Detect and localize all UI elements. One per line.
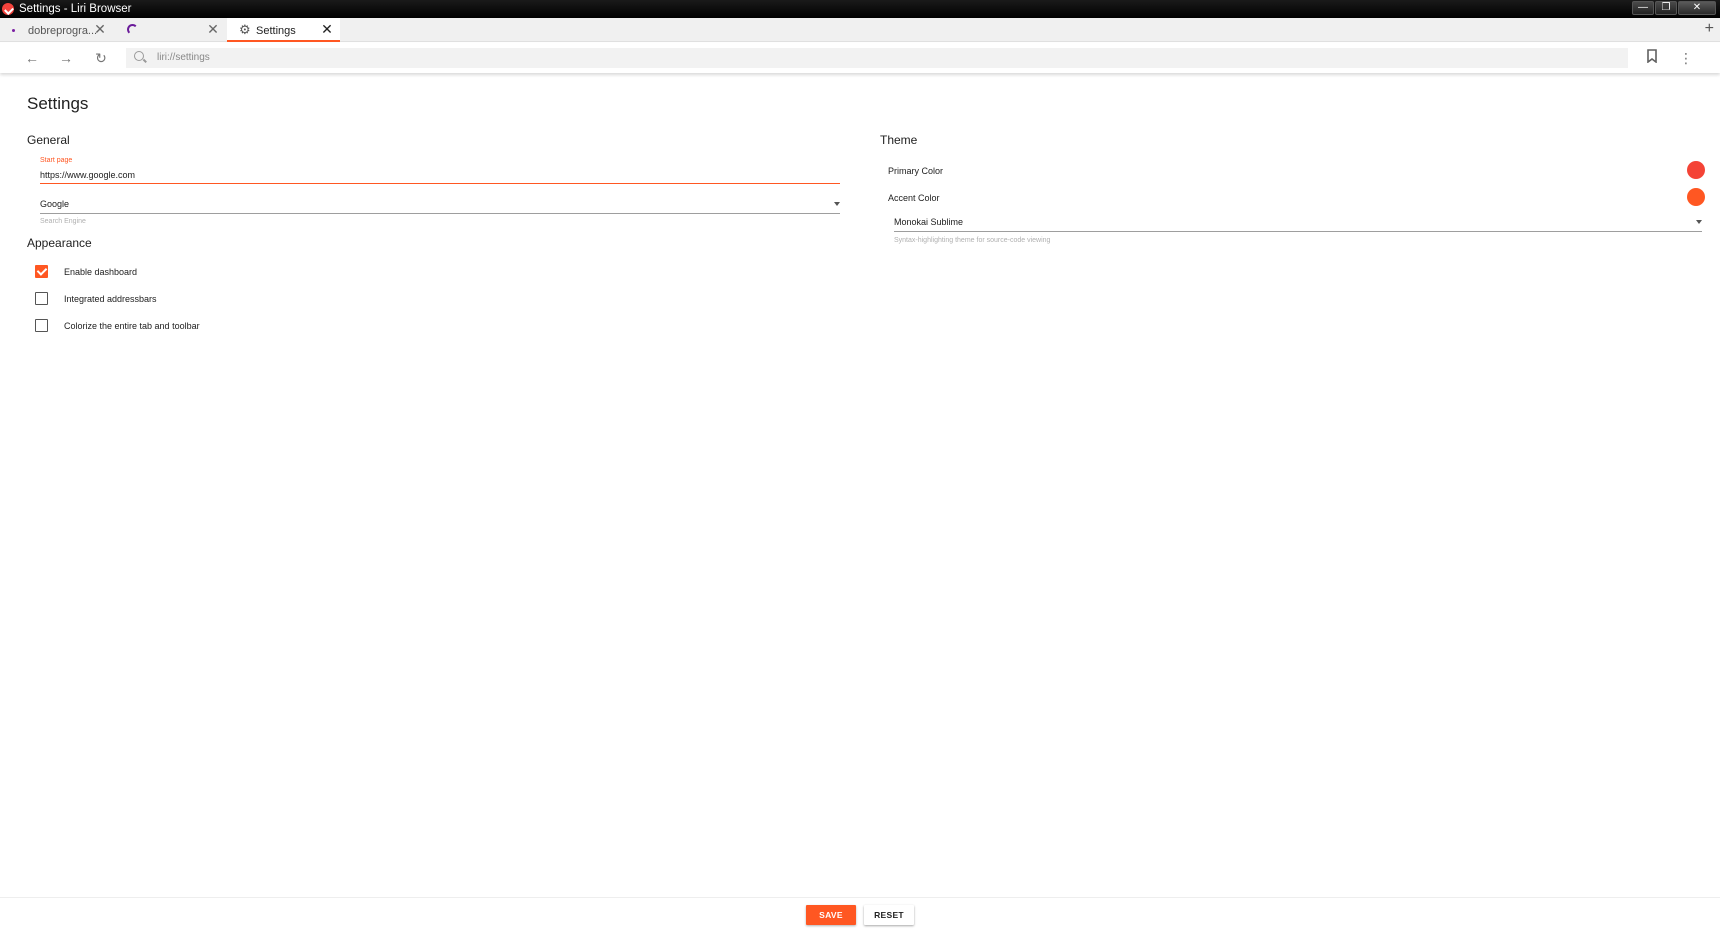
gear-icon: ⚙ [239, 22, 251, 37]
search-engine-value: Google [40, 199, 70, 209]
tab-bar: dobreprogra... ✕ ✕ ⚙ Settings ✕ + [0, 18, 1720, 42]
close-tab-icon[interactable]: ✕ [320, 22, 334, 36]
page-title: Settings [27, 94, 89, 113]
save-button[interactable]: SAVE [806, 905, 856, 925]
liri-app-icon [2, 3, 14, 15]
settings-footer: SAVE RESET [0, 897, 1720, 932]
primary-color-label: Primary Color [888, 166, 944, 176]
checkbox-label: Colorize the entire tab and toolbar [64, 321, 200, 331]
close-window-button[interactable]: ✕ [1678, 1, 1716, 15]
minimize-button[interactable]: — [1632, 1, 1654, 15]
reset-button[interactable]: RESET [864, 905, 914, 925]
start-page-label: Start page [40, 157, 73, 164]
accent-color-label: Accent Color [888, 193, 940, 203]
menu-kebab-icon[interactable]: ⋮ [1677, 49, 1695, 67]
syntax-theme-helper: Syntax-highlighting theme for source-cod… [894, 237, 1051, 244]
close-tab-icon[interactable]: ✕ [206, 22, 220, 36]
url-text[interactable]: liri://settings [157, 52, 210, 63]
checkbox-label: Enable dashboard [64, 267, 138, 277]
chevron-down-icon [834, 202, 840, 206]
general-section-title: General [27, 133, 70, 147]
chevron-down-icon [1696, 220, 1702, 224]
window-title: Settings - Liri Browser [19, 3, 132, 15]
address-bar[interactable]: liri://settings [126, 48, 1628, 68]
accent-color-swatch[interactable] [1687, 188, 1705, 206]
checkbox-label: Integrated addressbars [64, 294, 157, 304]
enable-dashboard-checkbox[interactable] [35, 265, 48, 278]
search-engine-helper: Search Engine [40, 218, 86, 225]
syntax-theme-value: Monokai Sublime [894, 217, 964, 227]
syntax-theme-select[interactable]: Monokai Sublime [894, 214, 1702, 232]
browser-toolbar: ← → ↻ liri://settings ⋮ [0, 43, 1720, 73]
tab-dobreprogramy[interactable]: dobreprogra... ✕ [0, 18, 113, 42]
loading-spinner-icon [127, 24, 138, 35]
window-titlebar: Settings - Liri Browser — ❐ ✕ [0, 0, 1720, 18]
favicon-icon [12, 29, 15, 32]
close-tab-icon[interactable]: ✕ [93, 22, 107, 36]
integrated-addressbars-checkbox[interactable] [35, 292, 48, 305]
start-page-input[interactable] [40, 166, 840, 184]
search-icon [134, 51, 144, 61]
tab-label: dobreprogra... [28, 25, 98, 37]
appearance-section-title: Appearance [27, 236, 92, 250]
search-engine-select[interactable]: Google [40, 196, 840, 214]
maximize-button[interactable]: ❐ [1655, 1, 1677, 15]
window-controls: — ❐ ✕ [1632, 1, 1716, 15]
tab-settings[interactable]: ⚙ Settings ✕ [227, 18, 340, 42]
theme-section-title: Theme [880, 133, 918, 147]
back-arrow-icon[interactable]: ← [23, 49, 41, 67]
reload-icon[interactable]: ↻ [92, 49, 110, 67]
forward-arrow-icon[interactable]: → [57, 49, 75, 67]
primary-color-swatch[interactable] [1687, 161, 1705, 179]
bookmark-icon[interactable] [1643, 49, 1661, 67]
accent-color-row: Accent Color [888, 188, 1708, 208]
primary-color-row: Primary Color [888, 161, 1708, 181]
tab-label: Settings [256, 25, 296, 37]
tab-loading[interactable]: ✕ [113, 18, 226, 42]
colorize-tab-checkbox[interactable] [35, 319, 48, 332]
new-tab-button[interactable]: + [1705, 20, 1714, 38]
